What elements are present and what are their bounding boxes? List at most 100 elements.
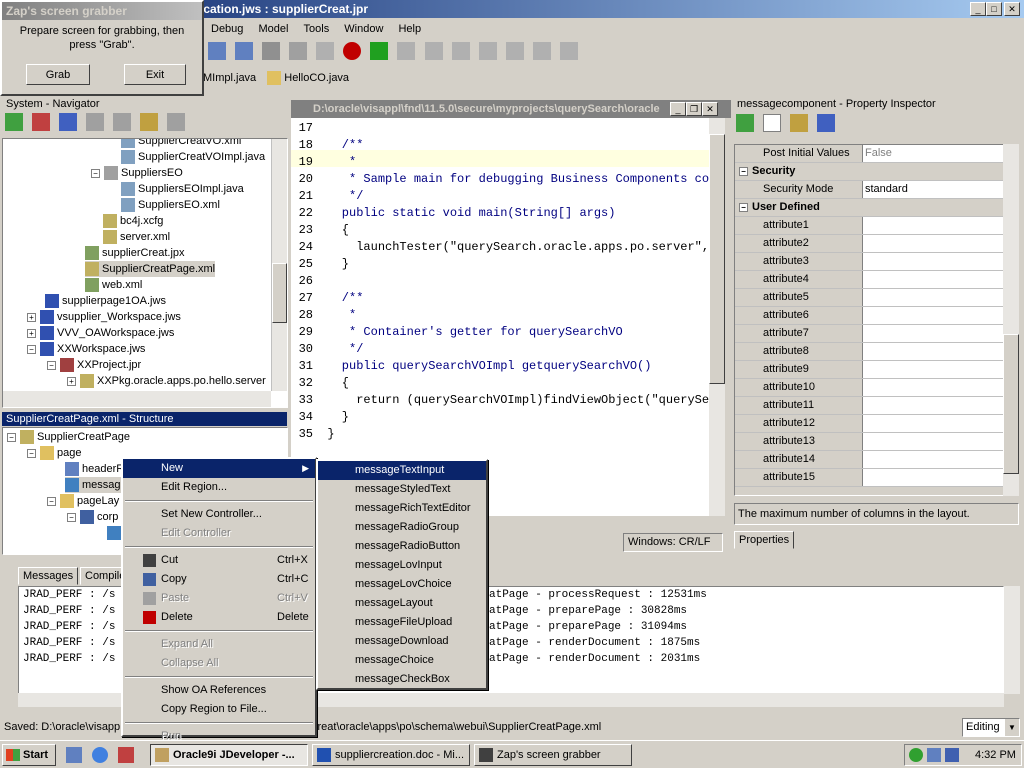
remove-icon[interactable] bbox=[32, 113, 51, 131]
mode-select[interactable]: Editing ▼ bbox=[962, 718, 1020, 737]
property-row[interactable]: Security Mode standard bbox=[735, 181, 1003, 199]
sort-icon[interactable] bbox=[790, 114, 809, 132]
grab-button[interactable]: Grab bbox=[26, 64, 90, 85]
property-row[interactable]: attribute13 bbox=[735, 433, 1003, 451]
property-row[interactable]: attribute2 bbox=[735, 235, 1003, 253]
property-value[interactable] bbox=[863, 307, 1003, 324]
refresh-icon[interactable] bbox=[113, 113, 132, 131]
tree-item[interactable]: − XXProject.jpr bbox=[47, 357, 141, 373]
add-icon[interactable] bbox=[59, 113, 78, 131]
tree-item-selected[interactable]: SupplierCreatPage.xml bbox=[85, 261, 216, 277]
inspector-scroll-thumb[interactable] bbox=[1003, 334, 1019, 474]
property-value[interactable] bbox=[863, 289, 1003, 306]
editor-scroll-thumb[interactable] bbox=[709, 134, 725, 384]
tree-item[interactable]: supplierpage1OA.jws bbox=[45, 293, 166, 309]
context-menu-item[interactable]: New ▶ bbox=[123, 459, 315, 478]
context-menu-item[interactable]: Set New Controller... bbox=[123, 505, 315, 524]
sort-icon[interactable] bbox=[140, 113, 159, 131]
property-value[interactable] bbox=[863, 397, 1003, 414]
navigator-hscrollbar[interactable] bbox=[3, 391, 271, 407]
quicklaunch-icon[interactable] bbox=[66, 747, 82, 763]
property-value[interactable]: standard bbox=[863, 181, 1003, 198]
minimize-button[interactable]: _ bbox=[970, 2, 986, 16]
view-icon[interactable] bbox=[167, 113, 186, 131]
property-value[interactable] bbox=[863, 217, 1003, 234]
property-row[interactable]: attribute1 bbox=[735, 217, 1003, 235]
property-value[interactable] bbox=[863, 271, 1003, 288]
collapse-icon[interactable]: − bbox=[91, 168, 100, 178]
property-value[interactable] bbox=[863, 433, 1003, 450]
property-value[interactable] bbox=[863, 379, 1003, 396]
debug-icon[interactable] bbox=[343, 42, 362, 60]
close-button[interactable]: ✕ bbox=[1004, 2, 1020, 16]
make-icon[interactable] bbox=[208, 42, 226, 60]
new-workspace-icon[interactable] bbox=[5, 113, 23, 131]
terminate-icon[interactable] bbox=[532, 42, 551, 60]
property-value[interactable] bbox=[863, 235, 1003, 252]
stop-icon[interactable] bbox=[316, 42, 335, 60]
tree-item[interactable]: server.xml bbox=[103, 229, 170, 245]
property-row[interactable]: attribute4 bbox=[735, 271, 1003, 289]
menu-debug[interactable]: Debug bbox=[211, 23, 243, 35]
scroll-thumb[interactable] bbox=[272, 263, 287, 323]
submenu-item[interactable]: messageDownload bbox=[318, 632, 486, 651]
tree-item[interactable]: supplierCreat.jpx bbox=[85, 245, 185, 261]
tree-item[interactable]: + VVV_OAWorkspace.jws bbox=[27, 325, 174, 341]
collapse-icon[interactable]: − bbox=[47, 360, 56, 370]
task-jdeveloper[interactable]: Oracle9i JDeveloper -... bbox=[150, 744, 308, 766]
filter-icon[interactable] bbox=[817, 114, 836, 132]
tab-messages[interactable]: Messages bbox=[18, 567, 79, 585]
menu-help[interactable]: Help bbox=[398, 23, 421, 35]
expand-icon[interactable]: + bbox=[27, 328, 36, 338]
collapse-icon[interactable]: − bbox=[47, 496, 56, 506]
submenu-item[interactable]: messageLayout bbox=[318, 594, 486, 613]
context-menu-item[interactable]: Delete Delete bbox=[123, 608, 315, 627]
submenu-item[interactable]: messageLovInput bbox=[318, 556, 486, 575]
tree-item[interactable]: − XXWorkspace.jws bbox=[27, 341, 145, 357]
context-menu-item[interactable]: Show OA References bbox=[123, 681, 315, 700]
tree-item[interactable]: + XXPkg.oracle.apps.po.hello.server bbox=[67, 373, 266, 389]
step-over-icon[interactable] bbox=[397, 42, 416, 60]
context-menu-item[interactable]: Edit Region... bbox=[123, 478, 315, 497]
editor-restore-button[interactable]: ❐ bbox=[686, 102, 702, 116]
submenu-item[interactable]: messageRadioGroup bbox=[318, 518, 486, 537]
submenu-item[interactable]: messageLovChoice bbox=[318, 575, 486, 594]
tab-mimpl[interactable]: MImpl.java bbox=[203, 72, 256, 84]
tree-item[interactable]: headerR bbox=[65, 461, 124, 477]
tab-properties[interactable]: Properties bbox=[734, 531, 795, 549]
collapse-icon[interactable]: − bbox=[739, 202, 748, 212]
property-value[interactable]: False bbox=[863, 145, 1003, 162]
tree-item[interactable]: SuppliersEOImpl.java bbox=[121, 181, 244, 197]
network-icon[interactable] bbox=[909, 748, 923, 762]
garbage-collect-icon[interactable] bbox=[559, 42, 578, 60]
property-value[interactable] bbox=[863, 343, 1003, 360]
property-row[interactable]: attribute7 bbox=[735, 325, 1003, 343]
submenu-item[interactable]: messageRichTextEditor bbox=[318, 499, 486, 518]
property-row[interactable]: attribute6 bbox=[735, 307, 1003, 325]
chevron-down-icon[interactable]: ▼ bbox=[1005, 719, 1019, 736]
property-row[interactable]: attribute10 bbox=[735, 379, 1003, 397]
property-category[interactable]: − User Defined bbox=[735, 199, 1003, 217]
submenu-item[interactable]: messageRadioButton bbox=[318, 537, 486, 556]
submenu-item[interactable]: messageChoice bbox=[318, 651, 486, 670]
collapse-icon[interactable]: − bbox=[7, 432, 16, 442]
tree-item[interactable]: SupplierCreatVO.xml bbox=[121, 139, 241, 149]
collapse-icon[interactable]: − bbox=[27, 448, 36, 458]
context-menu-item[interactable]: Copy Ctrl+C bbox=[123, 570, 315, 589]
expand-icon[interactable]: + bbox=[27, 312, 36, 322]
property-row[interactable]: attribute11 bbox=[735, 397, 1003, 415]
resume-icon[interactable] bbox=[478, 42, 497, 60]
submenu-item[interactable]: messageTextInput bbox=[318, 461, 486, 480]
tray-icon[interactable] bbox=[927, 748, 941, 762]
exit-button[interactable]: Exit bbox=[124, 64, 186, 85]
page-icon[interactable] bbox=[763, 114, 782, 132]
tree-item[interactable]: − corp bbox=[67, 509, 118, 525]
menu-model[interactable]: Model bbox=[258, 23, 288, 35]
submenu-item[interactable]: messageStyledText bbox=[318, 480, 486, 499]
tree-item[interactable]: − SupplierCreatPage bbox=[7, 429, 130, 445]
media-icon[interactable] bbox=[118, 747, 134, 763]
editor-close-button[interactable]: ✕ bbox=[702, 102, 718, 116]
property-value[interactable] bbox=[863, 451, 1003, 468]
tree-item[interactable]: − SuppliersEO bbox=[91, 165, 183, 181]
task-word-doc[interactable]: suppliercreation.doc - Mi... bbox=[312, 744, 470, 766]
